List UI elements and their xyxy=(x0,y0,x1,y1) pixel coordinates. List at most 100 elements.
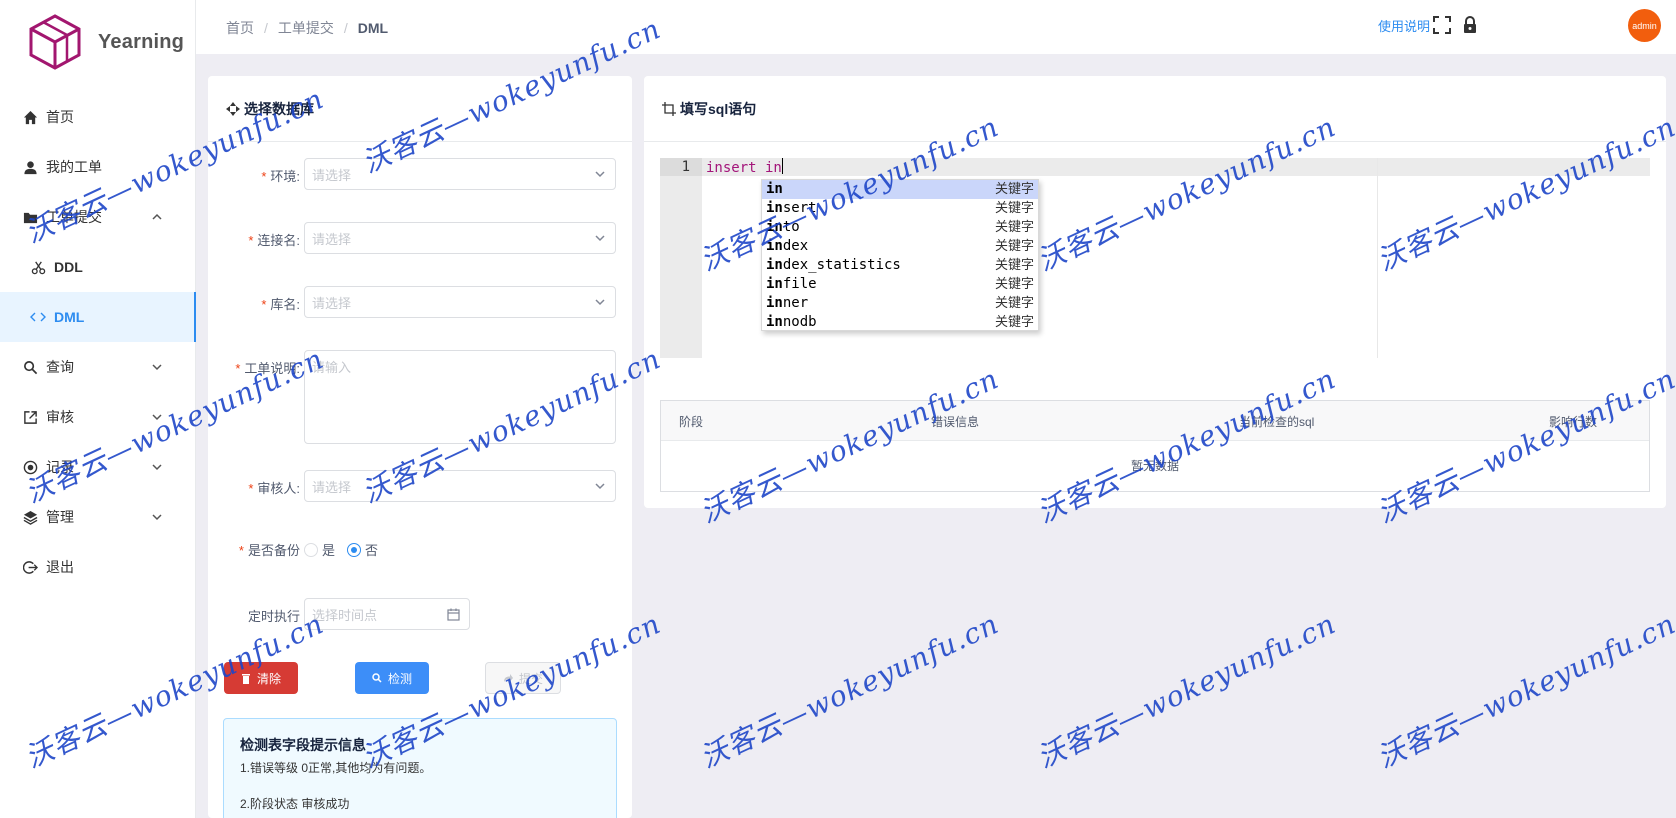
editor-code[interactable]: insert in xyxy=(706,158,783,177)
autocomplete-item[interactable]: into 关键字 xyxy=(762,218,1038,237)
app-name: Yearning xyxy=(98,30,185,53)
chevron-down-icon xyxy=(152,514,162,521)
help-link[interactable]: 使用说明 xyxy=(1378,16,1430,35)
autocomplete-item[interactable]: index_statistics 关键字 xyxy=(762,256,1038,275)
check-button[interactable]: 检测 xyxy=(355,662,429,694)
info-line: 1.错误等级 0正常,其他均为有问题。 xyxy=(240,761,432,775)
trash-icon xyxy=(241,673,250,684)
sidebar-item-label: DDL xyxy=(54,259,83,275)
sidebar-item-ddl[interactable]: DDL xyxy=(0,242,196,292)
backup-yes-radio[interactable] xyxy=(304,542,318,557)
env-select[interactable]: 请选择 xyxy=(304,158,616,190)
sidebar: Yearning 首页 我的工单 工单提交 DDL DML 查询 审核 记录 管… xyxy=(0,0,196,818)
autocomplete-item[interactable]: infile 关键字 xyxy=(762,275,1038,294)
search-icon xyxy=(22,359,38,375)
env-label: * 环境: xyxy=(261,169,300,184)
conn-select[interactable]: 请选择 xyxy=(304,222,616,254)
lock-icon[interactable] xyxy=(1460,15,1480,35)
sidebar-item-query[interactable]: 查询 xyxy=(0,342,196,392)
sidebar-item-label: 审核 xyxy=(46,409,74,425)
logout-icon xyxy=(22,559,38,575)
column-header[interactable]: 当前检查的sql xyxy=(1239,413,1314,430)
fullscreen-icon[interactable] xyxy=(1432,15,1452,35)
schedule-datepicker[interactable]: 选择时间点 xyxy=(304,598,470,630)
chevron-down-icon xyxy=(595,483,605,490)
conn-label: * 连接名: xyxy=(248,233,300,248)
chevron-up-icon xyxy=(152,213,162,220)
user-avatar[interactable]: admin xyxy=(1628,9,1661,42)
check-button-label: 检测 xyxy=(387,671,412,686)
sidebar-item-dml[interactable]: DML xyxy=(0,292,196,342)
watermark-text: 沃客云—wokeyunfu.cn xyxy=(1032,607,1341,775)
sidebar-item-records[interactable]: 记录 xyxy=(0,442,196,492)
chevron-down-icon xyxy=(152,414,162,421)
info-line: 2.阶段状态 审核成功 xyxy=(240,797,350,811)
record-icon xyxy=(22,459,38,475)
folder-icon xyxy=(22,209,38,225)
column-header[interactable]: 错误信息 xyxy=(931,413,979,430)
backup-no-label: 否 xyxy=(365,543,379,558)
autocomplete-item[interactable]: inner 关键字 xyxy=(762,294,1038,313)
sidebar-item-submit-ticket[interactable]: 工单提交 xyxy=(0,192,196,242)
layers-icon xyxy=(22,509,38,525)
autocomplete-item[interactable]: innodb 关键字 xyxy=(762,313,1038,332)
auditor-select[interactable]: 请选择 xyxy=(304,470,616,502)
external-link-icon xyxy=(22,409,38,425)
sidebar-item-home[interactable]: 首页 xyxy=(0,92,196,142)
backup-no-radio[interactable] xyxy=(347,542,362,557)
schedule-placeholder: 选择时间点 xyxy=(312,607,378,623)
watermark-text: 沃客云—wokeyunfu.cn xyxy=(1372,607,1676,775)
share-icon xyxy=(503,674,513,682)
autocomplete-item[interactable]: index 关键字 xyxy=(762,237,1038,256)
editor-gutter xyxy=(660,158,702,358)
sidebar-menu: 首页 我的工单 工单提交 DDL DML 查询 审核 记录 管理 退出 xyxy=(0,92,196,592)
submit-button[interactable]: 提交 xyxy=(485,662,561,694)
autocomplete-item[interactable]: in 关键字 xyxy=(762,180,1038,199)
clear-button-label: 清除 xyxy=(256,671,281,686)
env-select-placeholder: 请选择 xyxy=(312,167,352,183)
user-icon xyxy=(22,159,38,175)
backup-yes-label: 是 xyxy=(322,543,336,558)
sidebar-item-label: 工单提交 xyxy=(46,209,102,225)
card-title: 填写sql语句 xyxy=(644,76,1666,142)
sidebar-item-label: DML xyxy=(54,309,85,325)
card-title-text: 选择数据库 xyxy=(244,100,314,117)
check-result-table: 阶段 错误信息 当前检查的sql 影响行数 暂无数据 xyxy=(660,400,1650,492)
card-title: 选择数据库 xyxy=(208,76,632,142)
table-empty-text: 暂无数据 xyxy=(1130,459,1179,473)
autocomplete-item[interactable]: insert 关键字 xyxy=(762,199,1038,218)
sidebar-item-logout[interactable]: 退出 xyxy=(0,542,196,592)
sidebar-item-my-tickets[interactable]: 我的工单 xyxy=(0,142,196,192)
info-title: 检测表字段提示信息 xyxy=(240,737,366,753)
code-icon xyxy=(30,309,46,325)
editor-print-margin xyxy=(1377,158,1378,358)
chevron-down-icon xyxy=(595,171,605,178)
backup-label: * 是否备份 xyxy=(238,543,300,558)
chevron-down-icon xyxy=(595,235,605,242)
breadcrumb-submit[interactable]: 工单提交 xyxy=(278,20,334,36)
move-icon xyxy=(226,101,240,116)
database-select-card: 选择数据库 * 环境: 请选择 * 连接名: 请选择 * 库名: 请选择 * 工单说明:… xyxy=(208,76,632,818)
column-header[interactable]: 影响行数 xyxy=(1549,413,1597,430)
sidebar-item-label: 首页 xyxy=(46,109,74,125)
logo[interactable]: Yearning xyxy=(28,14,184,70)
calendar-icon xyxy=(447,608,460,621)
conn-select-placeholder: 请选择 xyxy=(312,231,352,247)
home-icon xyxy=(22,109,38,125)
line-number: 1 xyxy=(681,159,690,175)
scissors-icon xyxy=(30,259,46,275)
db-select-placeholder: 请选择 xyxy=(312,295,352,311)
breadcrumb: 首页 / 工单提交 / DML xyxy=(226,20,389,36)
desc-textarea[interactable]: 请输入 xyxy=(304,350,616,444)
sidebar-item-label: 管理 xyxy=(46,509,74,525)
sidebar-item-audit[interactable]: 审核 xyxy=(0,392,196,442)
desc-label: * 工单说明: xyxy=(235,361,300,376)
card-title-text: 填写sql语句 xyxy=(680,100,757,117)
db-select[interactable]: 请选择 xyxy=(304,286,616,318)
clear-button[interactable]: 清除 xyxy=(224,662,298,694)
column-header[interactable]: 阶段 xyxy=(679,413,703,430)
search-icon xyxy=(372,673,382,683)
desc-placeholder: 请输入 xyxy=(312,360,352,375)
breadcrumb-home[interactable]: 首页 xyxy=(226,20,254,36)
sidebar-item-manage[interactable]: 管理 xyxy=(0,492,196,542)
